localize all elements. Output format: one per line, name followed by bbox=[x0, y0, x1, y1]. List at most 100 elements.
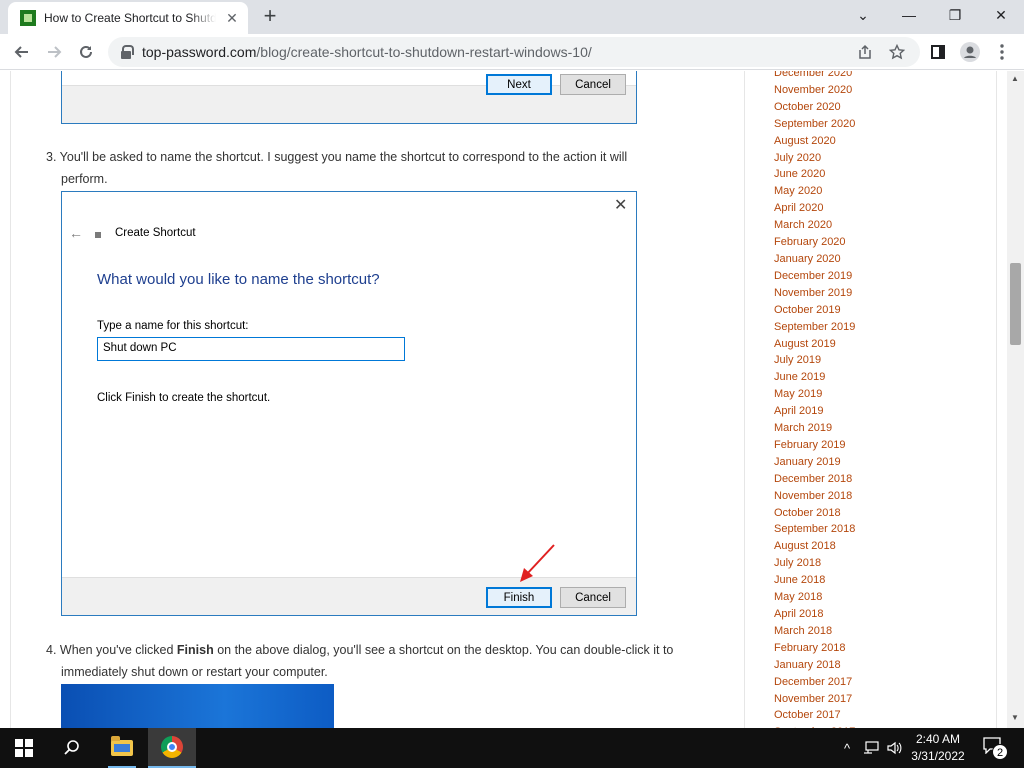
archive-link[interactable]: June 2018 bbox=[774, 572, 855, 589]
cancel-button: Cancel bbox=[560, 587, 626, 608]
dialog-back-arrow-icon: ← bbox=[69, 225, 83, 241]
archive-link[interactable]: August 2019 bbox=[774, 336, 855, 353]
archive-link[interactable]: September 2020 bbox=[774, 116, 855, 133]
close-tab-icon[interactable]: ✕ bbox=[224, 10, 240, 27]
browser-toolbar: top-password.com/blog/create-shortcut-to… bbox=[0, 34, 1024, 70]
archive-link[interactable]: April 2018 bbox=[774, 606, 855, 623]
archive-link[interactable]: July 2020 bbox=[774, 150, 855, 167]
archive-link[interactable]: April 2019 bbox=[774, 403, 855, 420]
chrome-taskbar-button[interactable] bbox=[148, 728, 196, 768]
archive-link[interactable]: May 2019 bbox=[774, 386, 855, 403]
archive-link[interactable]: January 2020 bbox=[774, 251, 855, 268]
window-close-button[interactable]: ✕ bbox=[978, 0, 1024, 30]
lock-icon[interactable] bbox=[120, 45, 134, 59]
tab-search-icon[interactable]: ⌄ bbox=[840, 0, 886, 30]
forward-arrow-icon[interactable] bbox=[40, 38, 68, 66]
share-icon[interactable] bbox=[856, 44, 874, 62]
action-center-button[interactable]: 2 bbox=[982, 736, 1008, 760]
side-panel-icon[interactable] bbox=[924, 38, 952, 66]
clock-date: 3/31/2022 bbox=[911, 749, 965, 763]
windows-logo-icon bbox=[15, 739, 33, 757]
archive-link[interactable]: July 2018 bbox=[774, 555, 855, 572]
page-scrollbar[interactable]: ▲ ▼ bbox=[1007, 71, 1024, 728]
archives-list: December 2020 November 2020 October 2020 Se… bbox=[774, 71, 855, 728]
step-4-text: 4. When you've clicked Finish on the abo… bbox=[46, 643, 674, 657]
back-arrow-icon[interactable] bbox=[8, 38, 36, 66]
tray-overflow-icon[interactable]: ^ bbox=[838, 728, 856, 768]
archive-link[interactable]: June 2020 bbox=[774, 166, 855, 183]
scroll-down-arrow-icon[interactable]: ▼ bbox=[1011, 713, 1019, 722]
scroll-up-arrow-icon[interactable]: ▲ bbox=[1011, 74, 1019, 83]
archive-link[interactable]: August 2018 bbox=[774, 538, 855, 555]
minimize-button[interactable]: — bbox=[886, 0, 932, 30]
archive-link[interactable]: January 2018 bbox=[774, 657, 855, 674]
cancel-button: Cancel bbox=[560, 74, 626, 95]
taskbar-clock[interactable]: 2:40 AM 3/31/2022 bbox=[905, 731, 971, 765]
archive-link[interactable]: February 2019 bbox=[774, 437, 855, 454]
shortcut-name-field: Shut down PC bbox=[97, 337, 405, 361]
previous-step-screenshot: Next Cancel bbox=[61, 71, 637, 124]
restore-button[interactable]: ❐ bbox=[932, 0, 978, 30]
archive-link[interactable]: March 2018 bbox=[774, 623, 855, 640]
dialog-heading: What would you like to name the shortcut… bbox=[97, 271, 380, 288]
tab-bar: How to Create Shortcut to Shutdown or Re… bbox=[0, 0, 1024, 34]
sidebar-right-border bbox=[996, 71, 997, 728]
volume-icon[interactable] bbox=[884, 728, 906, 768]
search-icon bbox=[64, 740, 79, 755]
bookmark-star-icon[interactable] bbox=[888, 43, 906, 62]
address-bar[interactable]: top-password.com/blog/create-shortcut-to… bbox=[108, 37, 920, 67]
step-3-text: 3. You'll be asked to name the shortcut.… bbox=[46, 150, 628, 164]
start-button[interactable] bbox=[0, 728, 48, 768]
finish-hint-text: Click Finish to create the shortcut. bbox=[97, 392, 271, 404]
scrollbar-thumb[interactable] bbox=[1010, 263, 1021, 345]
search-button[interactable] bbox=[48, 728, 96, 768]
menu-kebab-icon[interactable] bbox=[988, 38, 1016, 66]
notification-count-badge: 2 bbox=[992, 744, 1008, 760]
step-4-text-cont: immediately shut down or restart your co… bbox=[61, 665, 328, 679]
shortcut-wizard-icon bbox=[95, 232, 101, 238]
red-arrow-annotation-icon bbox=[520, 544, 555, 582]
profile-avatar-icon[interactable] bbox=[956, 38, 984, 66]
reload-icon[interactable] bbox=[72, 38, 100, 66]
tab-title: How to Create Shortcut to Shutdown or Re… bbox=[44, 11, 216, 25]
archive-link[interactable]: April 2020 bbox=[774, 200, 855, 217]
archive-link[interactable]: December 2020 bbox=[774, 71, 855, 82]
windows-taskbar: ^ 2:40 AM 3/31/2022 2 bbox=[0, 728, 1024, 768]
new-tab-button[interactable]: + bbox=[258, 5, 282, 29]
archive-link[interactable]: October 2020 bbox=[774, 99, 855, 116]
archive-link[interactable]: November 2020 bbox=[774, 82, 855, 99]
browser-tab[interactable]: How to Create Shortcut to Shutdown or Re… bbox=[8, 2, 248, 34]
archive-link[interactable]: August 2020 bbox=[774, 133, 855, 150]
desktop-screenshot-image bbox=[61, 684, 334, 728]
network-icon[interactable] bbox=[860, 728, 882, 768]
archive-link[interactable]: February 2018 bbox=[774, 640, 855, 657]
sidebar-left-border bbox=[744, 71, 745, 728]
site-favicon-icon bbox=[20, 10, 36, 26]
archive-link[interactable]: December 2018 bbox=[774, 471, 855, 488]
archive-link[interactable]: December 2019 bbox=[774, 268, 855, 285]
archive-link[interactable]: February 2020 bbox=[774, 234, 855, 251]
archive-link[interactable]: May 2018 bbox=[774, 589, 855, 606]
archive-link[interactable]: January 2019 bbox=[774, 454, 855, 471]
file-explorer-button[interactable] bbox=[98, 728, 146, 768]
archive-link[interactable]: June 2019 bbox=[774, 369, 855, 386]
archive-link[interactable]: October 2018 bbox=[774, 505, 855, 522]
archive-link[interactable]: October 2019 bbox=[774, 302, 855, 319]
archive-link[interactable]: October 2017 bbox=[774, 707, 855, 724]
archive-link[interactable]: September 2018 bbox=[774, 521, 855, 538]
archive-link[interactable]: December 2017 bbox=[774, 674, 855, 691]
step-3-text-cont: perform. bbox=[61, 172, 108, 186]
archive-link[interactable]: November 2018 bbox=[774, 488, 855, 505]
archive-link[interactable]: May 2020 bbox=[774, 183, 855, 200]
archive-link[interactable]: July 2019 bbox=[774, 352, 855, 369]
create-shortcut-screenshot: ✕ ← Create Shortcut What would you like … bbox=[61, 191, 637, 616]
url-text[interactable]: top-password.com/blog/create-shortcut-to… bbox=[142, 44, 592, 60]
dialog-close-icon: ✕ bbox=[614, 197, 628, 214]
next-button: Next bbox=[486, 74, 552, 95]
archive-link[interactable]: March 2019 bbox=[774, 420, 855, 437]
archive-link[interactable]: November 2017 bbox=[774, 691, 855, 708]
archive-link[interactable]: March 2020 bbox=[774, 217, 855, 234]
content-left-border bbox=[10, 71, 11, 728]
archive-link[interactable]: November 2019 bbox=[774, 285, 855, 302]
archive-link[interactable]: September 2019 bbox=[774, 319, 855, 336]
